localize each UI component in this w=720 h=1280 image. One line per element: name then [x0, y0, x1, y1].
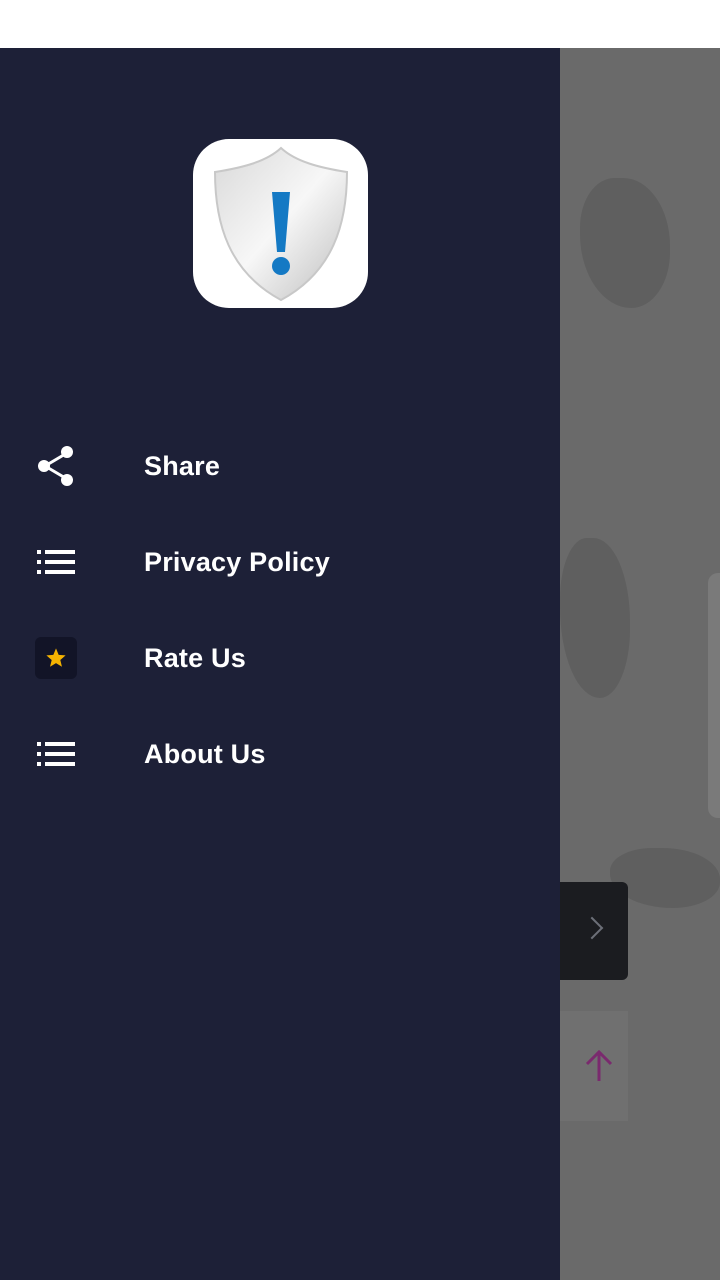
app-logo [193, 139, 368, 308]
drawer-menu: Share Privacy Policy Rate Us About Us [0, 418, 560, 802]
background-card [708, 573, 720, 818]
arrow-up-icon [585, 1049, 613, 1081]
status-bar [0, 0, 720, 48]
menu-item-rate-us[interactable]: Rate Us [0, 610, 560, 706]
menu-item-about-us[interactable]: About Us [0, 706, 560, 802]
chevron-right-icon [580, 916, 604, 940]
background-map-shape [580, 178, 670, 308]
menu-item-label: About Us [144, 738, 266, 769]
menu-item-privacy-policy[interactable]: Privacy Policy [0, 514, 560, 610]
share-icon [34, 444, 78, 488]
list-icon [34, 540, 78, 584]
background-map-shape [560, 538, 630, 698]
menu-item-label: Share [144, 450, 221, 481]
navigation-drawer: Share Privacy Policy Rate Us About Us [0, 48, 560, 1280]
star-icon [34, 636, 78, 680]
menu-item-share[interactable]: Share [0, 418, 560, 514]
menu-item-label: Privacy Policy [144, 546, 330, 577]
menu-item-label: Rate Us [144, 642, 246, 673]
shield-exclamation-icon [213, 146, 348, 301]
list-icon [34, 732, 78, 776]
